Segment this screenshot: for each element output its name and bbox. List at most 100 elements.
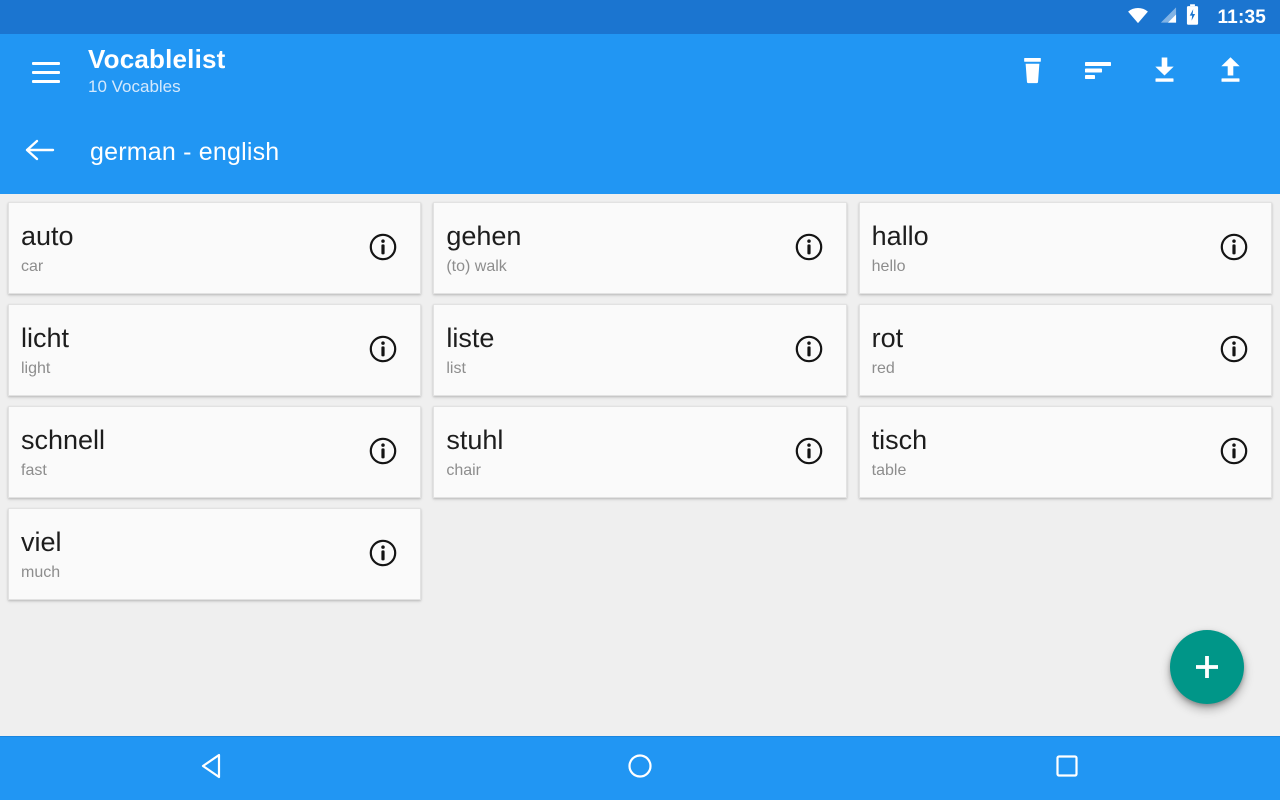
vocable-card-slot: gehen (to) walk	[427, 198, 852, 300]
vocable-card[interactable]: schnell fast	[8, 406, 422, 498]
app-bar-titles: Vocablelist 10 Vocables	[88, 45, 1012, 98]
vocable-translation: list	[446, 360, 466, 378]
vocable-card-text: viel much	[21, 527, 366, 582]
vocable-translation: car	[21, 258, 44, 276]
vocable-info-button[interactable]	[366, 334, 400, 368]
vocable-word: auto	[21, 221, 74, 252]
vocable-info-button[interactable]	[366, 232, 400, 266]
nav-recents-button[interactable]	[1022, 737, 1112, 800]
info-icon	[1219, 232, 1249, 267]
app-bar: Vocablelist 10 Vocables german - english	[0, 34, 1280, 194]
vocable-translation: fast	[21, 462, 47, 480]
list-name-label: german - english	[90, 137, 280, 166]
info-icon	[794, 334, 824, 369]
vocable-word: schnell	[21, 425, 106, 456]
back-button[interactable]	[24, 130, 68, 174]
app-root: 11:35 Vocablelist 10 Vocables german - e…	[0, 0, 1280, 800]
vocable-info-button[interactable]	[792, 436, 826, 470]
vocable-info-button[interactable]	[1217, 334, 1251, 368]
vocable-info-button[interactable]	[792, 334, 826, 368]
info-icon	[1219, 334, 1249, 369]
vocable-card[interactable]: licht light	[8, 304, 422, 396]
app-bar-top-row: Vocablelist 10 Vocables	[0, 34, 1280, 110]
vocable-word: hallo	[871, 221, 929, 252]
page-title: Vocablelist	[88, 44, 226, 75]
vocable-card-slot: viel much	[2, 504, 427, 606]
download-icon	[1151, 56, 1178, 89]
plus-icon	[1191, 651, 1223, 683]
info-icon	[794, 232, 824, 267]
vocable-card-slot: schnell fast	[2, 402, 427, 504]
vocable-info-button[interactable]	[792, 232, 826, 266]
add-vocable-fab[interactable]	[1170, 630, 1244, 704]
vocable-card[interactable]: hallo hello	[858, 202, 1272, 294]
vocable-translation: hello	[871, 258, 906, 276]
vocable-card-text: licht light	[21, 323, 366, 378]
circle-home-icon	[625, 751, 655, 786]
triangle-back-icon	[198, 751, 228, 786]
android-navigation-bar	[0, 736, 1280, 800]
vocable-translation: table	[871, 462, 907, 480]
vocable-info-button[interactable]	[1217, 436, 1251, 470]
vocable-word: tisch	[871, 425, 928, 456]
vocable-card[interactable]: gehen (to) walk	[433, 202, 847, 294]
vocable-card-slot: liste list	[427, 300, 852, 402]
vocable-card-text: stuhl chair	[446, 425, 791, 480]
info-icon	[794, 436, 824, 471]
status-bar: 11:35	[0, 0, 1280, 34]
vocable-card-text: tisch table	[872, 425, 1217, 480]
vocable-word: rot	[871, 323, 904, 354]
info-icon	[368, 538, 398, 573]
export-button[interactable]	[1210, 50, 1250, 94]
vocable-word: gehen	[446, 221, 522, 252]
vocable-card[interactable]: auto car	[8, 202, 422, 294]
upload-icon	[1217, 56, 1244, 89]
vocable-word: viel	[21, 527, 62, 558]
vocable-translation: chair	[446, 462, 482, 480]
vocable-info-button[interactable]	[366, 436, 400, 470]
vocable-card[interactable]: tisch table	[858, 406, 1272, 498]
vocable-card[interactable]: rot red	[858, 304, 1272, 396]
vocable-card-text: auto car	[21, 221, 366, 276]
vocable-card-slot: hallo hello	[853, 198, 1278, 300]
nav-back-button[interactable]	[168, 737, 258, 800]
vocable-info-button[interactable]	[1217, 232, 1251, 266]
vocable-card-slot: rot red	[853, 300, 1278, 402]
info-icon	[368, 232, 398, 267]
vocable-card-slot: auto car	[2, 198, 427, 300]
cellular-signal-icon	[1158, 6, 1177, 29]
vocable-translation: red	[871, 360, 895, 378]
vocable-info-button[interactable]	[366, 538, 400, 572]
import-button[interactable]	[1144, 50, 1184, 94]
hamburger-menu-icon[interactable]	[24, 50, 68, 94]
vocable-card-text: rot red	[872, 323, 1217, 378]
battery-charging-icon	[1186, 4, 1199, 30]
sort-button[interactable]	[1078, 50, 1118, 94]
info-icon	[368, 436, 398, 471]
status-bar-icons: 11:35	[1127, 4, 1266, 30]
vocable-card-slot: stuhl chair	[427, 402, 852, 504]
vocable-grid: auto car gehen (to) walk hallo hello licht ligh…	[2, 198, 1278, 606]
vocable-word: licht	[21, 323, 70, 354]
app-bar-sub-row: german - english	[0, 110, 1280, 194]
vocable-translation: light	[21, 360, 51, 378]
trash-icon	[1020, 56, 1045, 89]
vocable-translation: (to) walk	[446, 258, 507, 276]
vocable-card-text: schnell fast	[21, 425, 366, 480]
vocable-count-subtitle: 10 Vocables	[88, 76, 181, 96]
vocable-card-text: liste list	[446, 323, 791, 378]
vocable-card[interactable]: viel much	[8, 508, 422, 600]
arrow-left-icon	[24, 137, 56, 168]
vocable-card[interactable]: liste list	[433, 304, 847, 396]
vocable-list-content: auto car gehen (to) walk hallo hello licht ligh…	[0, 194, 1280, 736]
vocable-word: stuhl	[446, 425, 504, 456]
vocable-card-slot: tisch table	[853, 402, 1278, 504]
vocable-card[interactable]: stuhl chair	[433, 406, 847, 498]
status-bar-clock: 11:35	[1217, 6, 1266, 28]
nav-home-button[interactable]	[595, 737, 685, 800]
info-icon	[368, 334, 398, 369]
delete-button[interactable]	[1012, 50, 1052, 94]
vocable-word: liste	[446, 323, 495, 354]
info-icon	[1219, 436, 1249, 471]
vocable-card-slot: licht light	[2, 300, 427, 402]
